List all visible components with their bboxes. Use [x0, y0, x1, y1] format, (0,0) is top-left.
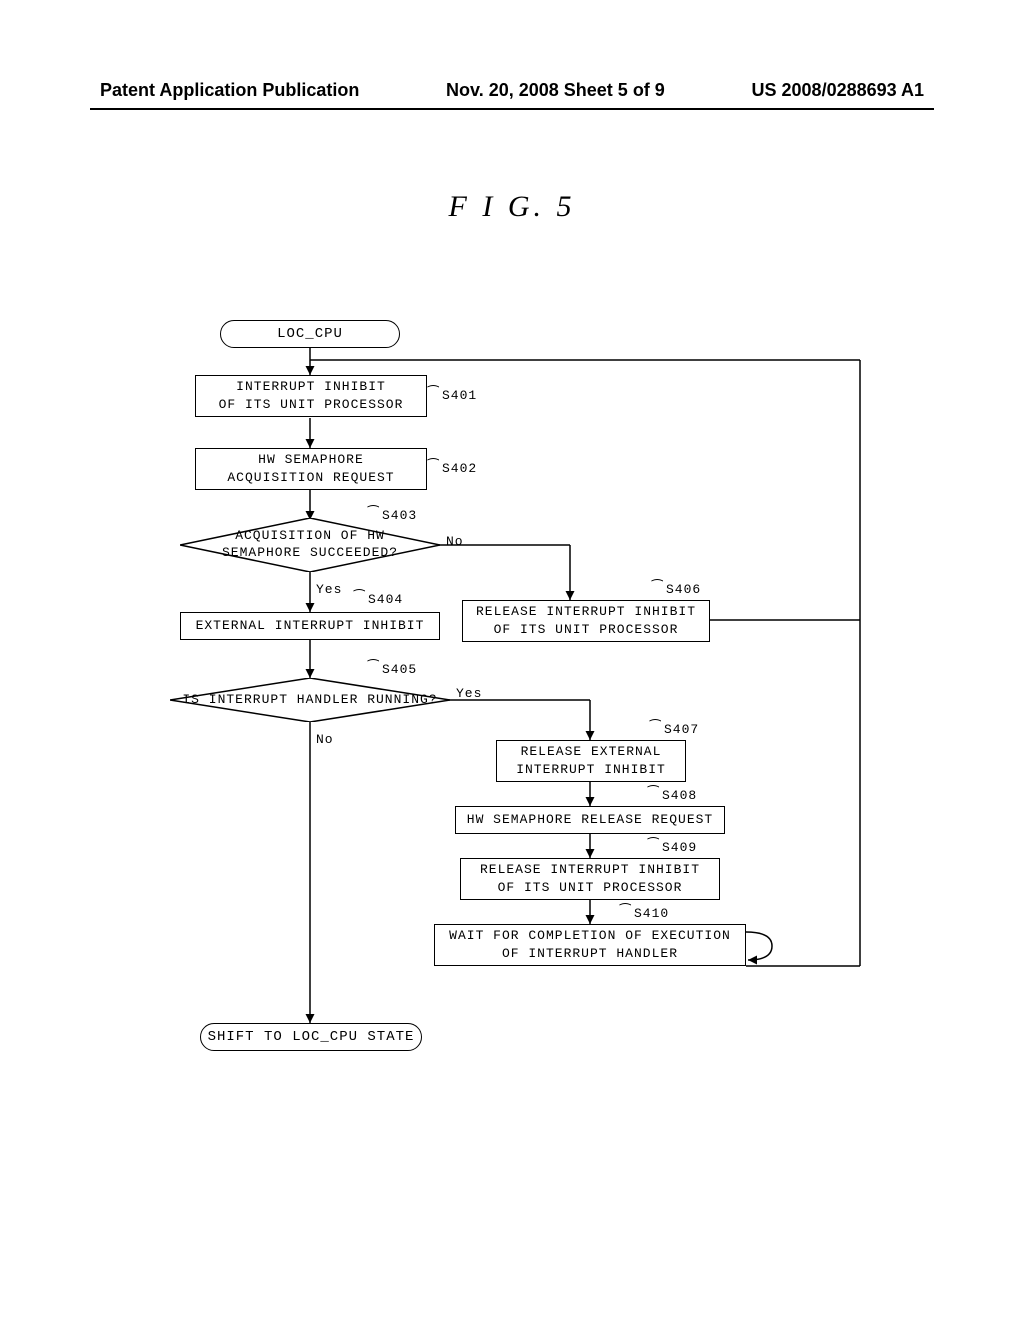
step-s409: S409 — [662, 840, 697, 855]
header-right: US 2008/0288693 A1 — [752, 80, 924, 101]
header-center: Nov. 20, 2008 Sheet 5 of 9 — [446, 80, 665, 101]
process-s406-label: RELEASE INTERRUPT INHIBIT OF ITS UNIT PR… — [476, 603, 696, 638]
label-yes-s403: Yes — [316, 582, 342, 597]
process-s409: RELEASE INTERRUPT INHIBIT OF ITS UNIT PR… — [460, 858, 720, 900]
step-s406: S406 — [666, 582, 701, 597]
flowchart: LOC_CPU INTERRUPT INHIBIT OF ITS UNIT PR… — [170, 320, 890, 1060]
hook-icon: ⁀ — [648, 786, 658, 801]
hook-icon: ⁀ — [354, 590, 364, 605]
decision-s405-label: IS INTERRUPT HANDLER RUNNING? — [182, 692, 437, 707]
process-s408-label: HW SEMAPHORE RELEASE REQUEST — [467, 811, 713, 829]
hook-icon: ⁀ — [620, 904, 630, 919]
decision-s403: ACQUISITION OF HW SEMAPHORE SUCCEEDED? — [180, 518, 440, 572]
process-s410-label: WAIT FOR COMPLETION OF EXECUTION OF INTE… — [449, 927, 731, 962]
label-yes-s405: Yes — [456, 686, 482, 701]
step-s407: S407 — [664, 722, 699, 737]
hook-icon: ⁀ — [368, 506, 378, 521]
header-left: Patent Application Publication — [100, 80, 359, 101]
decision-s405: IS INTERRUPT HANDLER RUNNING? — [170, 678, 450, 722]
process-s407-label: RELEASE EXTERNAL INTERRUPT INHIBIT — [516, 743, 666, 778]
header-rule — [90, 108, 934, 110]
process-s402: HW SEMAPHORE ACQUISITION REQUEST — [195, 448, 427, 490]
hook-icon: ⁀ — [368, 660, 378, 675]
page-header: Patent Application Publication Nov. 20, … — [0, 80, 1024, 101]
process-s408: HW SEMAPHORE RELEASE REQUEST — [455, 806, 725, 834]
terminator-start: LOC_CPU — [220, 320, 400, 348]
step-s404: S404 — [368, 592, 403, 607]
hook-icon: ⁀ — [650, 720, 660, 735]
step-s410: S410 — [634, 906, 669, 921]
step-s405: S405 — [382, 662, 417, 677]
hook-icon: ⁀ — [652, 580, 662, 595]
terminator-start-label: LOC_CPU — [277, 326, 343, 342]
terminator-end-label: SHIFT TO LOC_CPU STATE — [208, 1029, 415, 1045]
hook-icon: ⁀ — [428, 386, 438, 401]
label-no-s405: No — [316, 732, 334, 747]
step-s408: S408 — [662, 788, 697, 803]
terminator-end: SHIFT TO LOC_CPU STATE — [200, 1023, 422, 1051]
hook-icon: ⁀ — [648, 838, 658, 853]
label-no-s403: No — [446, 534, 464, 549]
process-s407: RELEASE EXTERNAL INTERRUPT INHIBIT — [496, 740, 686, 782]
process-s402-label: HW SEMAPHORE ACQUISITION REQUEST — [227, 451, 394, 486]
hook-icon: ⁀ — [428, 459, 438, 474]
process-s401-label: INTERRUPT INHIBIT OF ITS UNIT PROCESSOR — [219, 378, 404, 413]
figure-title: F I G. 5 — [0, 190, 1024, 224]
step-s403: S403 — [382, 508, 417, 523]
process-s406: RELEASE INTERRUPT INHIBIT OF ITS UNIT PR… — [462, 600, 710, 642]
step-s402: S402 — [442, 461, 477, 476]
step-s401: S401 — [442, 388, 477, 403]
process-s410: WAIT FOR COMPLETION OF EXECUTION OF INTE… — [434, 924, 746, 966]
process-s409-label: RELEASE INTERRUPT INHIBIT OF ITS UNIT PR… — [480, 861, 700, 896]
process-s401: INTERRUPT INHIBIT OF ITS UNIT PROCESSOR — [195, 375, 427, 417]
process-s404-label: EXTERNAL INTERRUPT INHIBIT — [196, 617, 425, 635]
process-s404: EXTERNAL INTERRUPT INHIBIT — [180, 612, 440, 640]
decision-s403-label: ACQUISITION OF HW SEMAPHORE SUCCEEDED? — [222, 528, 398, 560]
